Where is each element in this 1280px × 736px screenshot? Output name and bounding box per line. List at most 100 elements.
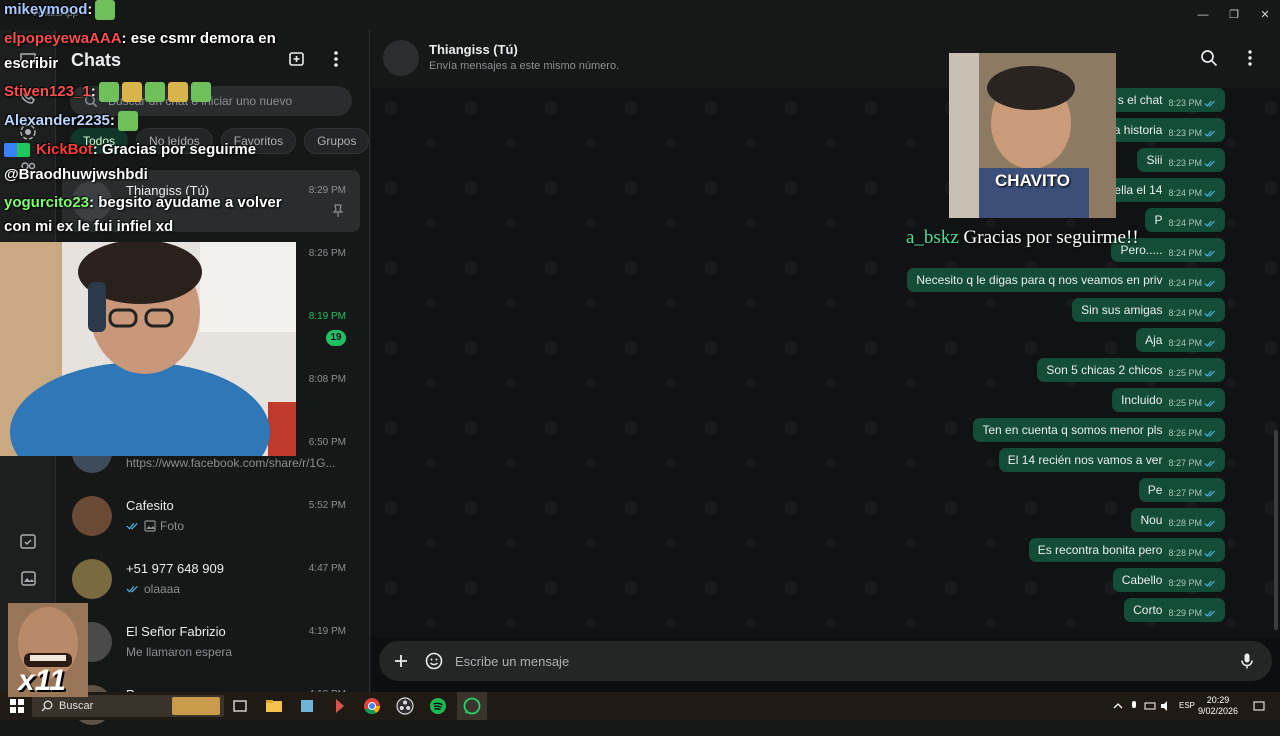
message-text: Son 5 chicas 2 chicos (1046, 363, 1163, 377)
message-bubble[interactable]: Pe 8:27 PM (1138, 478, 1225, 502)
read-ticks-icon (1204, 490, 1215, 497)
message-time: 8:23 PM (1168, 158, 1202, 168)
message-meta: 8:23 PM (1168, 158, 1217, 168)
message-text: Cabello (1121, 573, 1163, 587)
message-input[interactable] (455, 652, 1155, 670)
windows-start-icon[interactable] (10, 699, 24, 713)
app-icon-1[interactable] (297, 696, 317, 716)
message-bubble[interactable]: Nou 8:28 PM (1131, 508, 1225, 532)
message-bubble[interactable]: Ten en cuenta q somos menor pls 8:26 PM (973, 418, 1225, 442)
pin-icon (332, 204, 344, 217)
title-bar: WhatsApp — ❐ ✕ (0, 0, 1280, 30)
message-bubble[interactable]: Aja 8:24 PM (1136, 328, 1225, 352)
task-view-icon[interactable] (230, 696, 250, 716)
message-bubble[interactable]: a historia 8:23 PM (1104, 118, 1225, 142)
chat-name: Cafesito (126, 498, 174, 513)
message-bubble[interactable]: P 8:24 PM (1145, 208, 1225, 232)
message-composer (379, 641, 1272, 681)
chats-title: Chats (71, 50, 122, 70)
minimize-button[interactable]: — (1190, 6, 1216, 24)
microphone-icon[interactable] (1237, 651, 1257, 671)
stream-chat-username: elpopeyewaAAA (4, 30, 122, 47)
chat-time: 4:19 PM (308, 626, 346, 637)
streamer-webcam (0, 242, 296, 456)
chat-row[interactable]: +51 977 648 909 4:47 PM olaaaa (62, 548, 360, 610)
message-text: Necesito q le digas para q nos veamos en… (916, 273, 1163, 287)
message-bubble[interactable]: Siii 8:23 PM (1137, 148, 1225, 172)
maximize-button[interactable]: ❐ (1221, 6, 1247, 24)
message-bubble[interactable]: Incluido 8:25 PM (1112, 388, 1225, 412)
chat-row[interactable]: El Señor Fabrizio 4:19 PM Me llamaron espe… (62, 611, 360, 673)
stream-chat-text: @Braodhuwjwshbdi (4, 166, 148, 183)
message-scrollbar[interactable] (1274, 430, 1278, 630)
read-ticks-icon (1204, 310, 1215, 317)
message-meta: 8:29 PM (1168, 578, 1217, 588)
new-chat-icon[interactable] (287, 49, 307, 69)
notifications-icon[interactable] (1253, 700, 1265, 712)
message-time: 8:25 PM (1168, 398, 1202, 408)
tray-volume-icon[interactable] (1160, 700, 1172, 712)
message-time: 8:24 PM (1168, 188, 1202, 198)
message-text: Pe (1147, 483, 1163, 497)
chat-time: 8:29 PM (308, 185, 346, 196)
reaction-label: CHAVITO (995, 171, 1070, 190)
obs-icon[interactable] (395, 696, 415, 716)
tray-mic-icon[interactable] (1128, 700, 1140, 712)
contact-name[interactable]: Thiangiss (Tú) (429, 42, 518, 57)
tray-chevron-icon[interactable] (1112, 700, 1124, 712)
message-meta: 8:28 PM (1168, 518, 1217, 528)
stream-chat-line: elpopeyewaAAA: ese csmr demora en (4, 30, 276, 47)
media-icon[interactable] (18, 569, 38, 589)
file-explorer-icon[interactable] (264, 696, 284, 716)
conversation-menu-icon[interactable] (1243, 49, 1257, 67)
tray-network-icon[interactable] (1144, 700, 1156, 712)
stream-chat-text: : (87, 0, 93, 18)
chrome-icon[interactable] (362, 696, 382, 716)
sticker-icon[interactable] (424, 651, 444, 671)
filter-groups[interactable]: Grupos (304, 128, 370, 154)
message-bubble[interactable]: Es recontra bonita pero 8:28 PM (1028, 538, 1225, 562)
read-ticks-icon (1204, 190, 1215, 197)
read-ticks-icon (1204, 580, 1215, 587)
chat-row[interactable]: Cafesito 5:52 PM Foto (62, 485, 360, 547)
message-bubble[interactable]: Son 5 chicas 2 chicos 8:25 PM (1037, 358, 1225, 382)
stream-chat-username: yogurcito23 (4, 194, 90, 211)
stream-chat-text: con mi ex le fui infiel xd (4, 218, 174, 235)
message-text: Incluido (1121, 393, 1163, 407)
conversation-header[interactable]: Thiangiss (Tú) Envía mensajes a este mis… (371, 30, 1280, 88)
message-bubble[interactable]: ella el 14 8:24 PM (1105, 178, 1225, 202)
stream-chat-username: mikeymood (4, 0, 88, 18)
stream-chat-line: Alexander2235: (4, 111, 138, 131)
message-bubble[interactable]: s el chat 8:23 PM (1108, 88, 1225, 112)
message-meta: 8:29 PM (1168, 608, 1217, 618)
app-icon-2[interactable] (330, 696, 350, 716)
message-meta: 8:24 PM (1168, 278, 1217, 288)
chat-time: 4:47 PM (308, 563, 346, 574)
message-bubble[interactable]: Sin sus amigas 8:24 PM (1072, 298, 1225, 322)
attach-icon[interactable] (392, 652, 410, 670)
search-messages-icon[interactable] (1200, 49, 1218, 67)
message-bubble[interactable]: El 14 recién nos vamos a ver 8:27 PM (998, 448, 1225, 472)
message-time: 8:27 PM (1168, 458, 1202, 468)
stream-chat-text: escribir (4, 55, 59, 72)
message-bubble[interactable]: Necesito q le digas para q nos veamos en… (907, 268, 1225, 292)
message-text: Nou (1140, 513, 1163, 527)
tray-clock[interactable]: 20:29 9/02/2026 (1196, 695, 1240, 717)
chat-name: El Señor Fabrizio (126, 624, 226, 639)
spotify-icon[interactable] (428, 696, 448, 716)
close-button[interactable]: ✕ (1252, 6, 1278, 24)
read-ticks-icon (1204, 430, 1215, 437)
menu-icon[interactable] (328, 49, 344, 69)
message-time: 8:24 PM (1168, 278, 1202, 288)
contact-avatar[interactable] (383, 40, 419, 76)
message-meta: 8:23 PM (1168, 98, 1217, 108)
taskbar-search[interactable]: Buscar (32, 695, 224, 717)
tray-language[interactable]: ESP (1179, 701, 1195, 710)
chat-last-message: https://www.facebook.com/share/r/1G... (126, 456, 335, 470)
read-ticks-icon (1204, 550, 1215, 557)
starred-icon[interactable] (18, 532, 38, 552)
whatsapp-taskbar-icon[interactable] (462, 696, 482, 716)
message-time: 8:27 PM (1168, 488, 1202, 498)
message-bubble[interactable]: Cabello 8:29 PM (1112, 568, 1225, 592)
message-bubble[interactable]: Corto 8:29 PM (1124, 598, 1225, 622)
